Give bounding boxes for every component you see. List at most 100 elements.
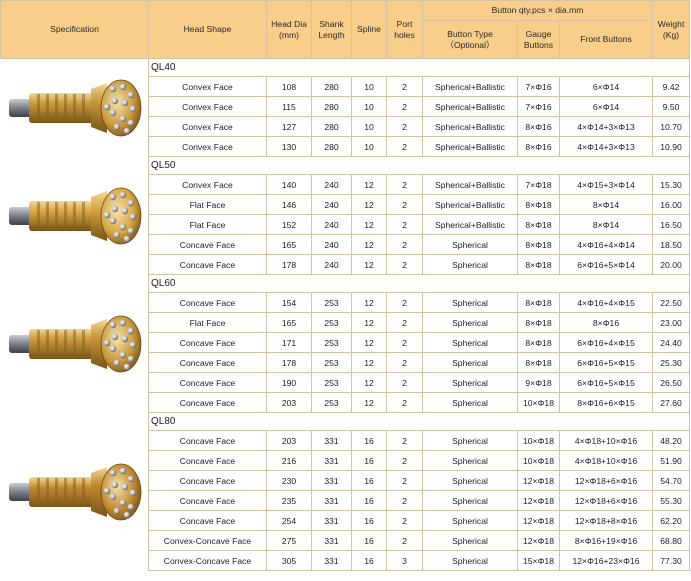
product-image-cell [0, 156, 149, 275]
port-holes-cell: 2 [386, 530, 423, 551]
head-shape-cell: Concave Face [148, 430, 267, 451]
front-buttons-cell: 4×Φ16+4×Φ15 [558, 292, 654, 313]
button-type-cell: Spherical+Ballistic [422, 214, 518, 235]
head-shape-cell: Concave Face [148, 254, 267, 275]
gauge-buttons-cell: 7×Φ16 [517, 76, 560, 97]
gauge-buttons-cell: 12×Φ18 [517, 510, 560, 531]
shank-length-cell: 331 [311, 550, 352, 571]
col-front-buttons: Front Buttons [558, 20, 654, 59]
gauge-buttons-cell: 8×Φ16 [517, 136, 560, 157]
group-header-row: QL60 [0, 274, 691, 413]
head-shape-cell: Convex-Concave Face [148, 530, 267, 551]
weight-cell: 26.50 [652, 372, 691, 393]
button-type-cell: Spherical [422, 470, 518, 491]
port-holes-cell: 2 [386, 292, 423, 313]
gauge-buttons-cell: 7×Φ18 [517, 174, 560, 195]
weight-cell: 51.90 [652, 450, 691, 471]
spline-cell: 16 [351, 510, 387, 531]
weight-cell: 48.20 [652, 430, 691, 451]
button-type-cell: Spherical [422, 372, 518, 393]
head-shape-cell: Concave Face [148, 490, 267, 511]
spline-cell: 12 [351, 194, 387, 215]
port-holes-cell: 2 [386, 214, 423, 235]
weight-cell: 20.00 [652, 254, 691, 275]
group-name: QL60 [148, 274, 691, 293]
button-type-cell: Spherical+Ballistic [422, 136, 518, 157]
button-type-cell: Spherical [422, 332, 518, 353]
weight-cell: 55.30 [652, 490, 691, 511]
button-type-cell: Spherical [422, 530, 518, 551]
head-dia-cell: 127 [266, 116, 312, 137]
spline-cell: 10 [351, 136, 387, 157]
head-dia-cell: 171 [266, 332, 312, 353]
port-holes-cell: 3 [386, 550, 423, 571]
head-shape-cell: Convex Face [148, 96, 267, 117]
col-shank-length: Shank Length [311, 0, 352, 59]
port-holes-cell: 2 [386, 392, 423, 413]
head-dia-cell: 275 [266, 530, 312, 551]
port-holes-cell: 2 [386, 510, 423, 531]
head-dia-cell: 190 [266, 372, 312, 393]
group-header-row: QL50 [0, 156, 691, 275]
head-dia-cell: 203 [266, 392, 312, 413]
table-body: QL40 Convex Face 108 280 10 2 Spherical+Ballis… [0, 58, 691, 571]
spline-cell: 12 [351, 312, 387, 333]
gauge-buttons-cell: 8×Φ18 [517, 214, 560, 235]
head-shape-cell: Convex Face [148, 136, 267, 157]
spline-cell: 12 [351, 174, 387, 195]
product-image-cell [0, 412, 149, 571]
group-name: QL50 [148, 156, 691, 175]
shank-length-cell: 331 [311, 430, 352, 451]
weight-cell: 16.00 [652, 194, 691, 215]
gauge-buttons-cell: 8×Φ18 [517, 292, 560, 313]
head-shape-cell: Concave Face [148, 392, 267, 413]
spline-cell: 12 [351, 352, 387, 373]
drill-bit-icon [3, 63, 148, 153]
weight-cell: 77.30 [652, 550, 691, 571]
head-shape-cell: Concave Face [148, 234, 267, 255]
shank-length-cell: 280 [311, 96, 352, 117]
port-holes-cell: 2 [386, 490, 423, 511]
shank-length-cell: 240 [311, 194, 352, 215]
head-dia-cell: 216 [266, 450, 312, 471]
weight-cell: 9.42 [652, 76, 691, 97]
gauge-buttons-cell: 8×Φ18 [517, 352, 560, 373]
port-holes-cell: 2 [386, 450, 423, 471]
port-holes-cell: 2 [386, 194, 423, 215]
weight-cell: 16.50 [652, 214, 691, 235]
shank-length-cell: 240 [311, 254, 352, 275]
drill-bit-icon [3, 447, 148, 537]
gauge-buttons-cell: 10×Φ18 [517, 392, 560, 413]
button-type-cell: Spherical [422, 550, 518, 571]
button-type-cell: Spherical [422, 312, 518, 333]
button-type-cell: Spherical+Ballistic [422, 96, 518, 117]
head-dia-cell: 230 [266, 470, 312, 491]
shank-length-cell: 253 [311, 352, 352, 373]
button-type-cell: Spherical+Ballistic [422, 116, 518, 137]
port-holes-cell: 2 [386, 116, 423, 137]
col-head-dia: Head Dia (mm) [266, 0, 312, 59]
spline-cell: 16 [351, 430, 387, 451]
shank-length-cell: 240 [311, 214, 352, 235]
head-dia-cell: 254 [266, 510, 312, 531]
button-type-cell: Spherical [422, 292, 518, 313]
group-header-row: QL80 [0, 412, 691, 571]
button-type-cell: Spherical [422, 392, 518, 413]
port-holes-cell: 2 [386, 76, 423, 97]
port-holes-cell: 2 [386, 372, 423, 393]
head-shape-cell: Flat Face [148, 214, 267, 235]
gauge-buttons-cell: 10×Φ18 [517, 450, 560, 471]
spline-cell: 12 [351, 292, 387, 313]
shank-length-cell: 280 [311, 136, 352, 157]
head-shape-cell: Concave Face [148, 372, 267, 393]
shank-length-cell: 240 [311, 234, 352, 255]
front-buttons-cell: 8×Φ14 [558, 214, 654, 235]
port-holes-cell: 2 [386, 332, 423, 353]
spline-cell: 12 [351, 234, 387, 255]
port-holes-cell: 2 [386, 470, 423, 491]
spline-cell: 16 [351, 530, 387, 551]
head-dia-cell: 115 [266, 96, 312, 117]
gauge-buttons-cell: 8×Φ18 [517, 312, 560, 333]
shank-length-cell: 331 [311, 510, 352, 531]
product-image-cell [0, 58, 149, 157]
